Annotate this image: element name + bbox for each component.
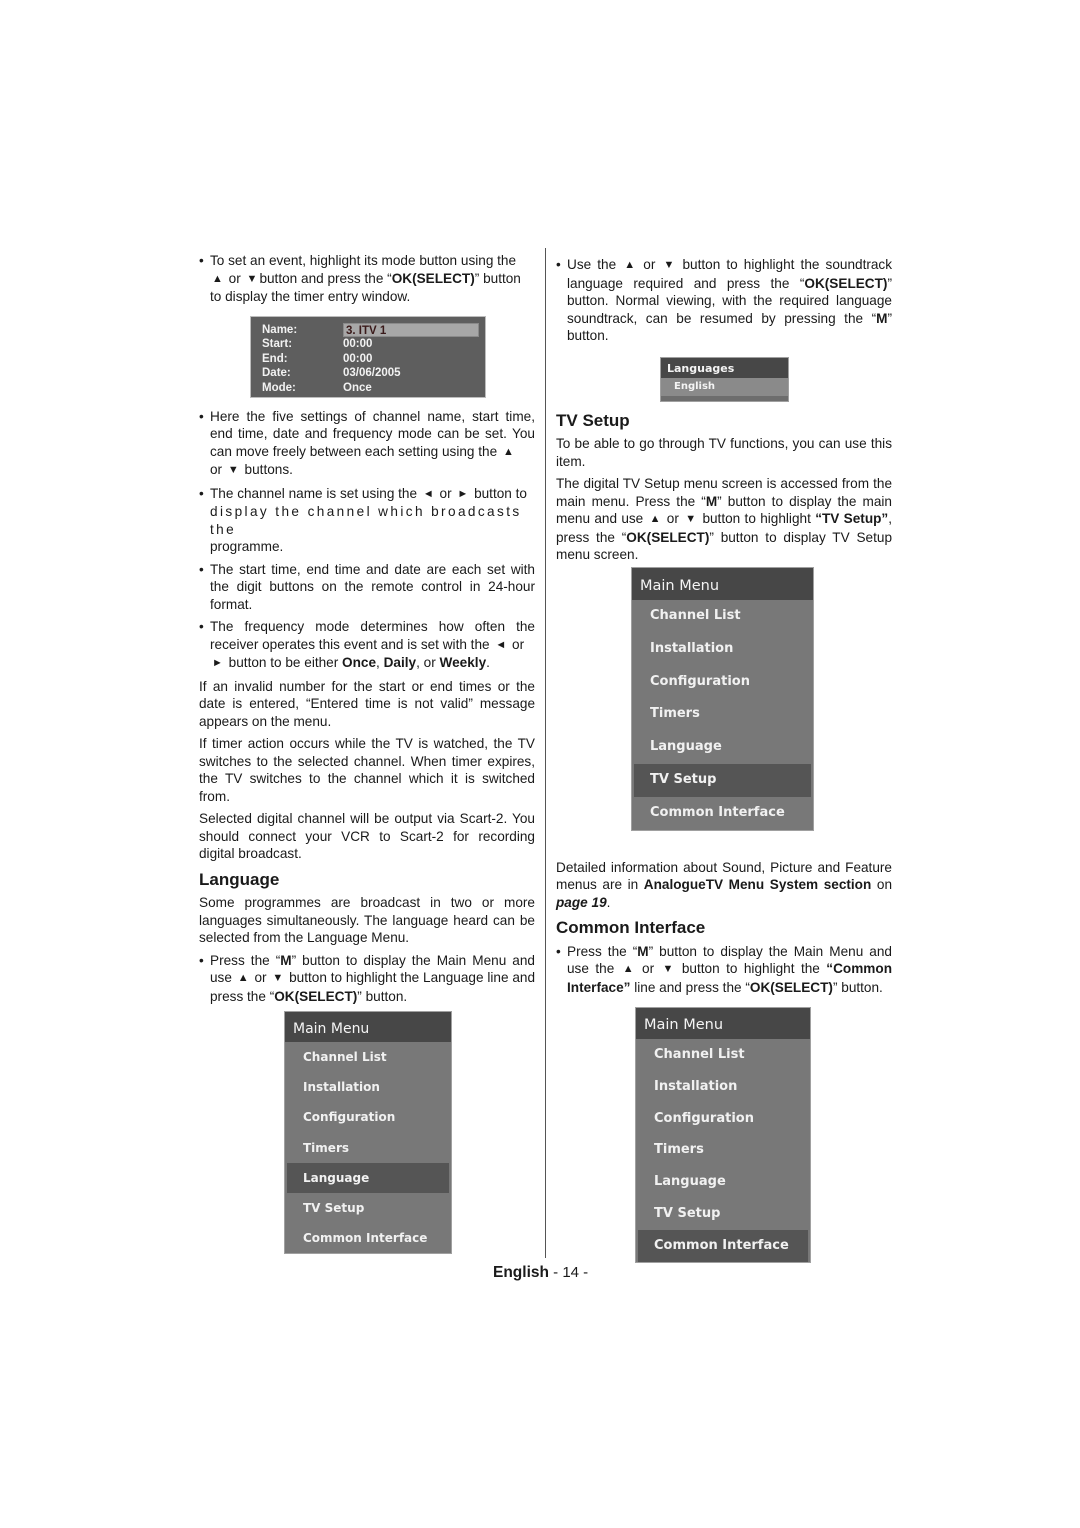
language-bullet: • Press the “M” button to display the Ma… <box>199 952 536 1004</box>
menu-item-configuration[interactable]: Configuration <box>287 1102 449 1132</box>
timer-bullet-2: • Here the five settings of channel name… <box>199 408 535 480</box>
menu-item-timers[interactable]: Timers <box>287 1133 449 1163</box>
page-footer: English - 14 - <box>493 1264 588 1282</box>
down-arrow-icon: ▼ <box>663 259 675 271</box>
main-menu-common-interface: Main Menu Channel List Installation Conf… <box>635 1007 811 1263</box>
up-arrow-icon: ▲ <box>649 513 661 525</box>
languages-box: Languages English <box>660 356 789 402</box>
up-arrow-icon: ▲ <box>502 445 514 458</box>
down-arrow-icon: ▼ <box>227 464 239 476</box>
main-menu-title: Main Menu <box>632 568 813 600</box>
language-option-english[interactable]: English <box>661 377 788 396</box>
up-arrow-icon: ▲ <box>622 963 634 975</box>
soundtrack-bullet: • Use the ▲ or ▼ button to highlight the… <box>556 257 893 343</box>
bullet-icon: • <box>199 408 204 424</box>
right-arrow-icon: ► <box>212 657 223 669</box>
footer-language: English <box>493 1264 549 1281</box>
timer-row-start[interactable]: Start: 00:00 <box>262 337 485 352</box>
menu-item-language[interactable]: Language <box>287 1162 449 1193</box>
menu-item-installation[interactable]: Installation <box>287 1072 449 1102</box>
up-arrow-icon: ▲ <box>624 259 636 271</box>
menu-item-common-interface[interactable]: Common Interface <box>634 797 811 830</box>
menu-item-language[interactable]: Language <box>638 1166 808 1198</box>
menu-item-timers[interactable]: Timers <box>634 698 811 731</box>
bullet-icon: • <box>199 253 204 268</box>
bullet-icon: • <box>199 485 204 501</box>
main-menu-title: Main Menu <box>285 1012 451 1042</box>
timer-bullet-1: • To set an event, highlight its mode bu… <box>199 253 521 304</box>
menu-item-channel-list[interactable]: Channel List <box>287 1042 449 1072</box>
menu-item-common-interface[interactable]: Common Interface <box>287 1223 449 1253</box>
menu-item-language[interactable]: Language <box>634 731 811 764</box>
menu-item-configuration[interactable]: Configuration <box>638 1103 808 1135</box>
timer-entry-window: Name: 3. ITV 1 Start: 00:00 End: 00:00 D… <box>250 315 486 398</box>
main-menu-language: Main Menu Channel List Installation Conf… <box>284 1011 452 1255</box>
timer-action-paragraph: If timer action occurs while the TV is w… <box>199 736 535 804</box>
bullet-icon: • <box>556 943 561 959</box>
menu-item-installation[interactable]: Installation <box>638 1071 808 1103</box>
bullet-icon: • <box>199 619 204 634</box>
language-heading: Language <box>199 869 280 889</box>
timer-bullet-3: • The channel name is set using the ◄ or… <box>199 485 527 555</box>
left-column: • To set an event, highlight its mode bu… <box>199 252 535 1010</box>
menu-item-configuration[interactable]: Configuration <box>634 666 811 699</box>
menu-item-common-interface[interactable]: Common Interface <box>638 1229 808 1262</box>
page-number: - 14 - <box>553 1264 589 1281</box>
menu-item-tv-setup[interactable]: TV Setup <box>287 1193 449 1223</box>
bullet-icon: • <box>199 952 204 968</box>
timer-row-name[interactable]: Name: 3. ITV 1 <box>262 322 485 338</box>
left-arrow-icon: ◄ <box>422 487 434 500</box>
menu-item-channel-list[interactable]: Channel List <box>638 1039 808 1071</box>
up-arrow-icon: ▲ <box>212 272 223 285</box>
column-divider <box>545 248 546 1258</box>
menu-item-timers[interactable]: Timers <box>638 1134 808 1166</box>
menu-item-tv-setup[interactable]: TV Setup <box>638 1198 808 1230</box>
timer-row-end[interactable]: End: 00:00 <box>262 352 485 367</box>
menu-item-installation[interactable]: Installation <box>634 633 811 666</box>
common-interface-bullet: • Press the “M” button to display the Ma… <box>556 943 892 995</box>
left-arrow-icon: ◄ <box>495 638 507 651</box>
languages-title: Languages <box>661 357 788 378</box>
down-arrow-icon: ▼ <box>272 972 284 984</box>
menu-item-channel-list[interactable]: Channel List <box>634 600 811 633</box>
up-arrow-icon: ▲ <box>237 972 249 984</box>
down-arrow-icon: ▼ <box>662 963 674 975</box>
language-paragraph: Some programmes are broadcast in two or … <box>199 895 535 945</box>
main-menu-title: Main Menu <box>636 1008 810 1039</box>
timer-row-mode[interactable]: Mode: Once <box>262 381 485 396</box>
timer-bullet-4: • The start time, end time and date are … <box>199 561 535 612</box>
timer-row-date[interactable]: Date: 03/06/2005 <box>262 366 485 381</box>
bullet-icon: • <box>199 561 204 577</box>
bullet-icon: • <box>556 257 561 272</box>
common-interface-heading: Common Interface <box>556 918 706 937</box>
right-arrow-icon: ► <box>457 487 469 500</box>
menu-item-tv-setup[interactable]: TV Setup <box>634 763 811 797</box>
down-arrow-icon: ▼ <box>685 513 697 525</box>
main-menu-tv-setup: Main Menu Channel List Installation Conf… <box>631 567 814 831</box>
down-arrow-icon: ▼ <box>246 272 258 285</box>
scart-paragraph: Selected digital channel will be output … <box>199 811 535 861</box>
tv-setup-paragraph-2: The digital TV Setup menu screen is acce… <box>556 476 893 562</box>
tv-setup-heading: TV Setup <box>556 410 630 430</box>
timer-bullet-5: • The frequency mode determines how ofte… <box>199 618 535 673</box>
detail-paragraph: Detailed information about Sound, Pictur… <box>556 859 893 910</box>
invalid-time-paragraph: If an invalid number for the start or en… <box>199 678 535 729</box>
tv-setup-paragraph-1: To be able to go through TV functions, y… <box>556 436 892 469</box>
